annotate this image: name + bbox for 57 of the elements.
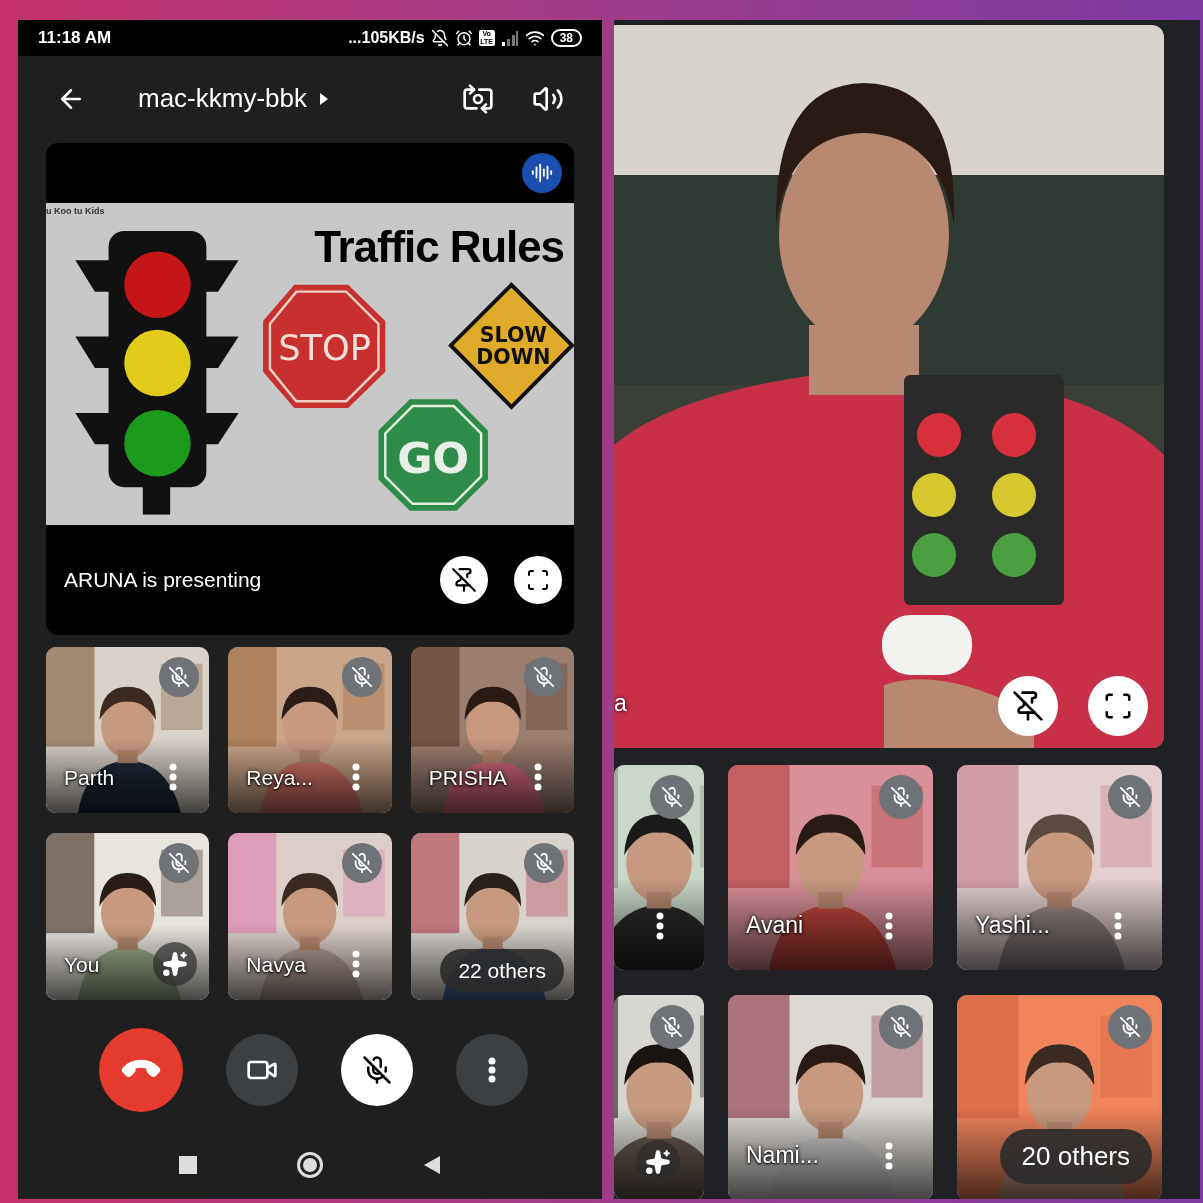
more-vertical-icon xyxy=(487,1057,496,1083)
mic-off-glyph-icon xyxy=(168,852,191,874)
participant-name: Yashi... xyxy=(975,910,1050,940)
mic-off-glyph-icon xyxy=(350,666,373,688)
battery-indicator: 38 xyxy=(550,29,582,47)
sparkles-icon xyxy=(645,1149,671,1175)
others-count-badge[interactable]: 22 others xyxy=(440,948,564,992)
mic-off-icon xyxy=(361,1055,392,1085)
pin-off-icon xyxy=(451,567,477,593)
mic-off-glyph-icon xyxy=(661,786,683,808)
mic-off-glyph-icon xyxy=(1119,786,1141,808)
participant-name: Navya xyxy=(246,951,306,978)
fullscreen-icon xyxy=(1103,691,1133,721)
pin-off-icon xyxy=(1012,690,1044,722)
participant-name: Avani xyxy=(746,910,804,940)
mic-off-glyph-icon xyxy=(168,666,191,688)
home-button[interactable] xyxy=(297,1152,323,1178)
participant-name: Nami... xyxy=(746,1140,819,1170)
slide-source-label: u Koo tu Kids xyxy=(46,205,105,218)
others-count-badge[interactable]: 20 others xyxy=(999,1129,1152,1184)
more-options-icon[interactable] xyxy=(351,763,360,791)
signal-icon xyxy=(500,30,519,46)
participant-name: a xyxy=(614,688,627,718)
network-speed: ...105KB/s xyxy=(348,28,425,48)
stop-sign: STOP xyxy=(263,284,386,408)
mic-off-glyph-icon xyxy=(661,1016,683,1038)
participant-name: Reya... xyxy=(246,764,313,791)
fullscreen-button[interactable] xyxy=(514,556,562,604)
unpin-button[interactable] xyxy=(440,556,488,604)
status-time: 11:18 AM xyxy=(38,27,112,50)
presenter-label: ARUNA is presenting xyxy=(64,567,262,594)
slide-title: Traffic Rules xyxy=(314,225,564,269)
mic-off-glyph-icon xyxy=(890,786,912,808)
caret-icon[interactable] xyxy=(319,91,329,106)
participant-name: PRISHA xyxy=(428,764,507,791)
mic-off-glyph-icon xyxy=(533,666,555,688)
more-options-icon[interactable] xyxy=(169,763,178,791)
participant-name: You xyxy=(64,951,100,978)
mic-off-glyph-icon xyxy=(1119,1016,1141,1038)
mic-off-glyph-icon xyxy=(350,852,373,874)
main-video-tile[interactable]: a xyxy=(614,25,1164,748)
more-options-icon[interactable] xyxy=(351,950,360,978)
slow-down-sign: SLOW DOWN xyxy=(448,282,574,410)
bell-off-icon xyxy=(430,29,449,47)
more-options-icon[interactable] xyxy=(656,912,664,940)
more-options-icon[interactable] xyxy=(885,912,893,940)
fullscreen-icon xyxy=(526,568,550,592)
meeting-code[interactable]: mac-kkmy-bbk xyxy=(138,79,307,118)
more-options-icon[interactable] xyxy=(534,763,542,791)
mic-off-glyph-icon xyxy=(890,1016,912,1038)
go-sign: GO xyxy=(378,399,488,511)
wifi-icon xyxy=(524,28,545,48)
mic-off-glyph-icon xyxy=(533,852,555,874)
back-button[interactable] xyxy=(423,1155,441,1175)
switch-camera-icon[interactable] xyxy=(462,82,494,115)
sparkles-icon xyxy=(162,951,189,977)
alarm-icon xyxy=(454,29,473,47)
